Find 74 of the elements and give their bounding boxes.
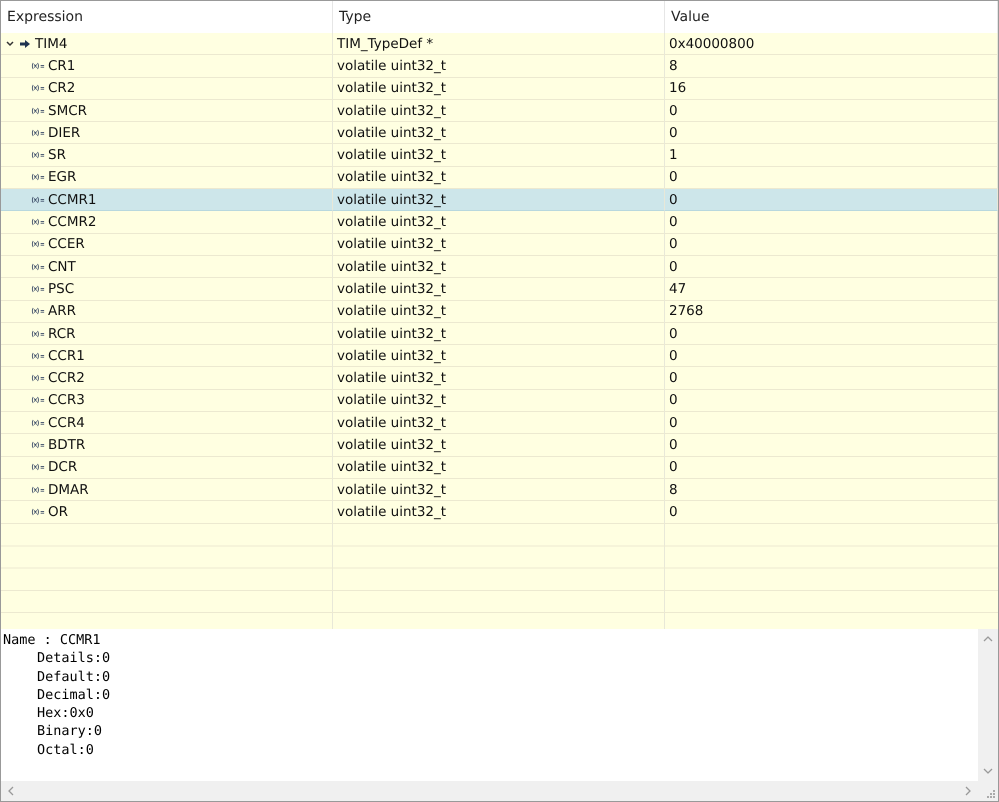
vertical-scrollbar[interactable] — [978, 629, 998, 781]
arrow-icon — [18, 38, 32, 49]
variable-icon — [31, 440, 45, 450]
tree-row[interactable]: DMAR volatile uint32_t 8 — [1, 478, 998, 502]
expression-text: PSC — [48, 280, 74, 297]
expression-text: CCMR2 — [48, 214, 96, 230]
tree-row[interactable]: CCR2 volatile uint32_t 0 — [1, 367, 998, 390]
tree-row[interactable]: CCMR1 volatile uint32_t 0 — [1, 189, 998, 212]
expression-text: CCMR1 — [48, 192, 96, 208]
tree-row[interactable]: DCR volatile uint32_t 0 — [1, 456, 998, 479]
expression-text: DIER — [48, 124, 80, 141]
tree-row[interactable]: CR2 volatile uint32_t 16 — [1, 78, 998, 100]
variable-icon — [31, 128, 45, 138]
horizontal-scrollbar[interactable] — [1, 781, 978, 801]
right-chevron-icon[interactable] — [964, 786, 972, 796]
expression-text: DCR — [48, 459, 78, 476]
variable-icon — [31, 373, 45, 384]
variable-icon — [31, 395, 45, 406]
up-chevron-icon[interactable] — [983, 635, 993, 643]
variable-icon — [31, 350, 45, 361]
expression-text: CCR1 — [48, 348, 85, 364]
tree-row[interactable]: CCR4 volatile uint32_t 0 — [1, 412, 998, 434]
tree-row[interactable]: RCR volatile uint32_t 0 — [1, 322, 998, 346]
variable-icon — [31, 172, 45, 182]
variable-icon — [31, 106, 45, 116]
tree-row[interactable]: SMCR volatile uint32_t 0 — [1, 100, 998, 122]
expression-text: CNT — [48, 258, 76, 275]
variable-icon — [31, 83, 45, 94]
tree-row[interactable]: EGR volatile uint32_t 0 — [1, 166, 998, 190]
variable-icon — [31, 484, 45, 495]
expression-text: SMCR — [48, 102, 88, 119]
tree-row[interactable]: CR1 volatile uint32_t 8 — [1, 55, 998, 78]
expression-text: EGR — [48, 169, 76, 186]
expression-text: CCER — [48, 236, 85, 252]
expression-text: CCR3 — [48, 392, 85, 408]
tree-row[interactable]: BDTR volatile uint32_t 0 — [1, 434, 998, 457]
variable-icon — [31, 306, 45, 316]
variable-icon — [31, 328, 45, 338]
tree-row[interactable]: CCR3 volatile uint32_t 0 — [1, 390, 998, 412]
tree-row[interactable]: CNT volatile uint32_t 0 — [1, 256, 998, 278]
variable-icon — [31, 284, 45, 294]
tree-row[interactable]: TIM4 TIM_TypeDef * 0x40000800 — [1, 33, 998, 56]
expression-text: BDTR — [48, 436, 86, 453]
tree-row[interactable]: CCMR2 volatile uint32_t 0 — [1, 211, 998, 234]
expression-text: DMAR — [48, 482, 89, 498]
left-chevron-icon[interactable] — [7, 786, 15, 796]
variable-icon — [31, 506, 45, 517]
expression-text: OR — [48, 504, 68, 520]
variable-icon — [31, 150, 45, 160]
variable-icon — [31, 418, 45, 428]
tree-row[interactable]: OR volatile uint32_t 0 — [1, 501, 998, 524]
chevron-icon[interactable] — [5, 38, 15, 49]
expression-text: CR1 — [48, 58, 76, 74]
tree-row[interactable]: SR volatile uint32_t 1 — [1, 144, 998, 167]
details-text: Name : CCMR1 Details:0 Default:0 Decimal:0 Hex:0x0 Binary:0 Octal:0 — [2, 631, 112, 760]
expression-text: SR — [48, 147, 66, 164]
down-chevron-icon[interactable] — [983, 767, 993, 775]
expression-text: ARR — [48, 303, 76, 320]
tree-row[interactable]: CCR1 volatile uint32_t 0 — [1, 345, 998, 368]
tree-row[interactable]: CCER volatile uint32_t 0 — [1, 234, 998, 256]
expression-text: CCR4 — [48, 414, 85, 431]
variable-icon — [31, 462, 45, 472]
tree-row[interactable]: DIER volatile uint32_t 0 — [1, 122, 998, 144]
expression-text: TIM4 — [35, 36, 68, 52]
expression-text: RCR — [48, 326, 76, 342]
expression-text: CCR2 — [48, 370, 85, 386]
variable-icon — [31, 262, 45, 272]
tree-row[interactable]: ARR volatile uint32_t 2768 — [1, 300, 998, 323]
variable-icon — [31, 217, 45, 228]
variable-icon — [31, 239, 45, 250]
tree-row[interactable]: PSC volatile uint32_t 47 — [1, 278, 998, 301]
variable-icon — [31, 194, 45, 205]
variable-icon — [31, 60, 45, 71]
expression-text: CR2 — [48, 80, 76, 96]
